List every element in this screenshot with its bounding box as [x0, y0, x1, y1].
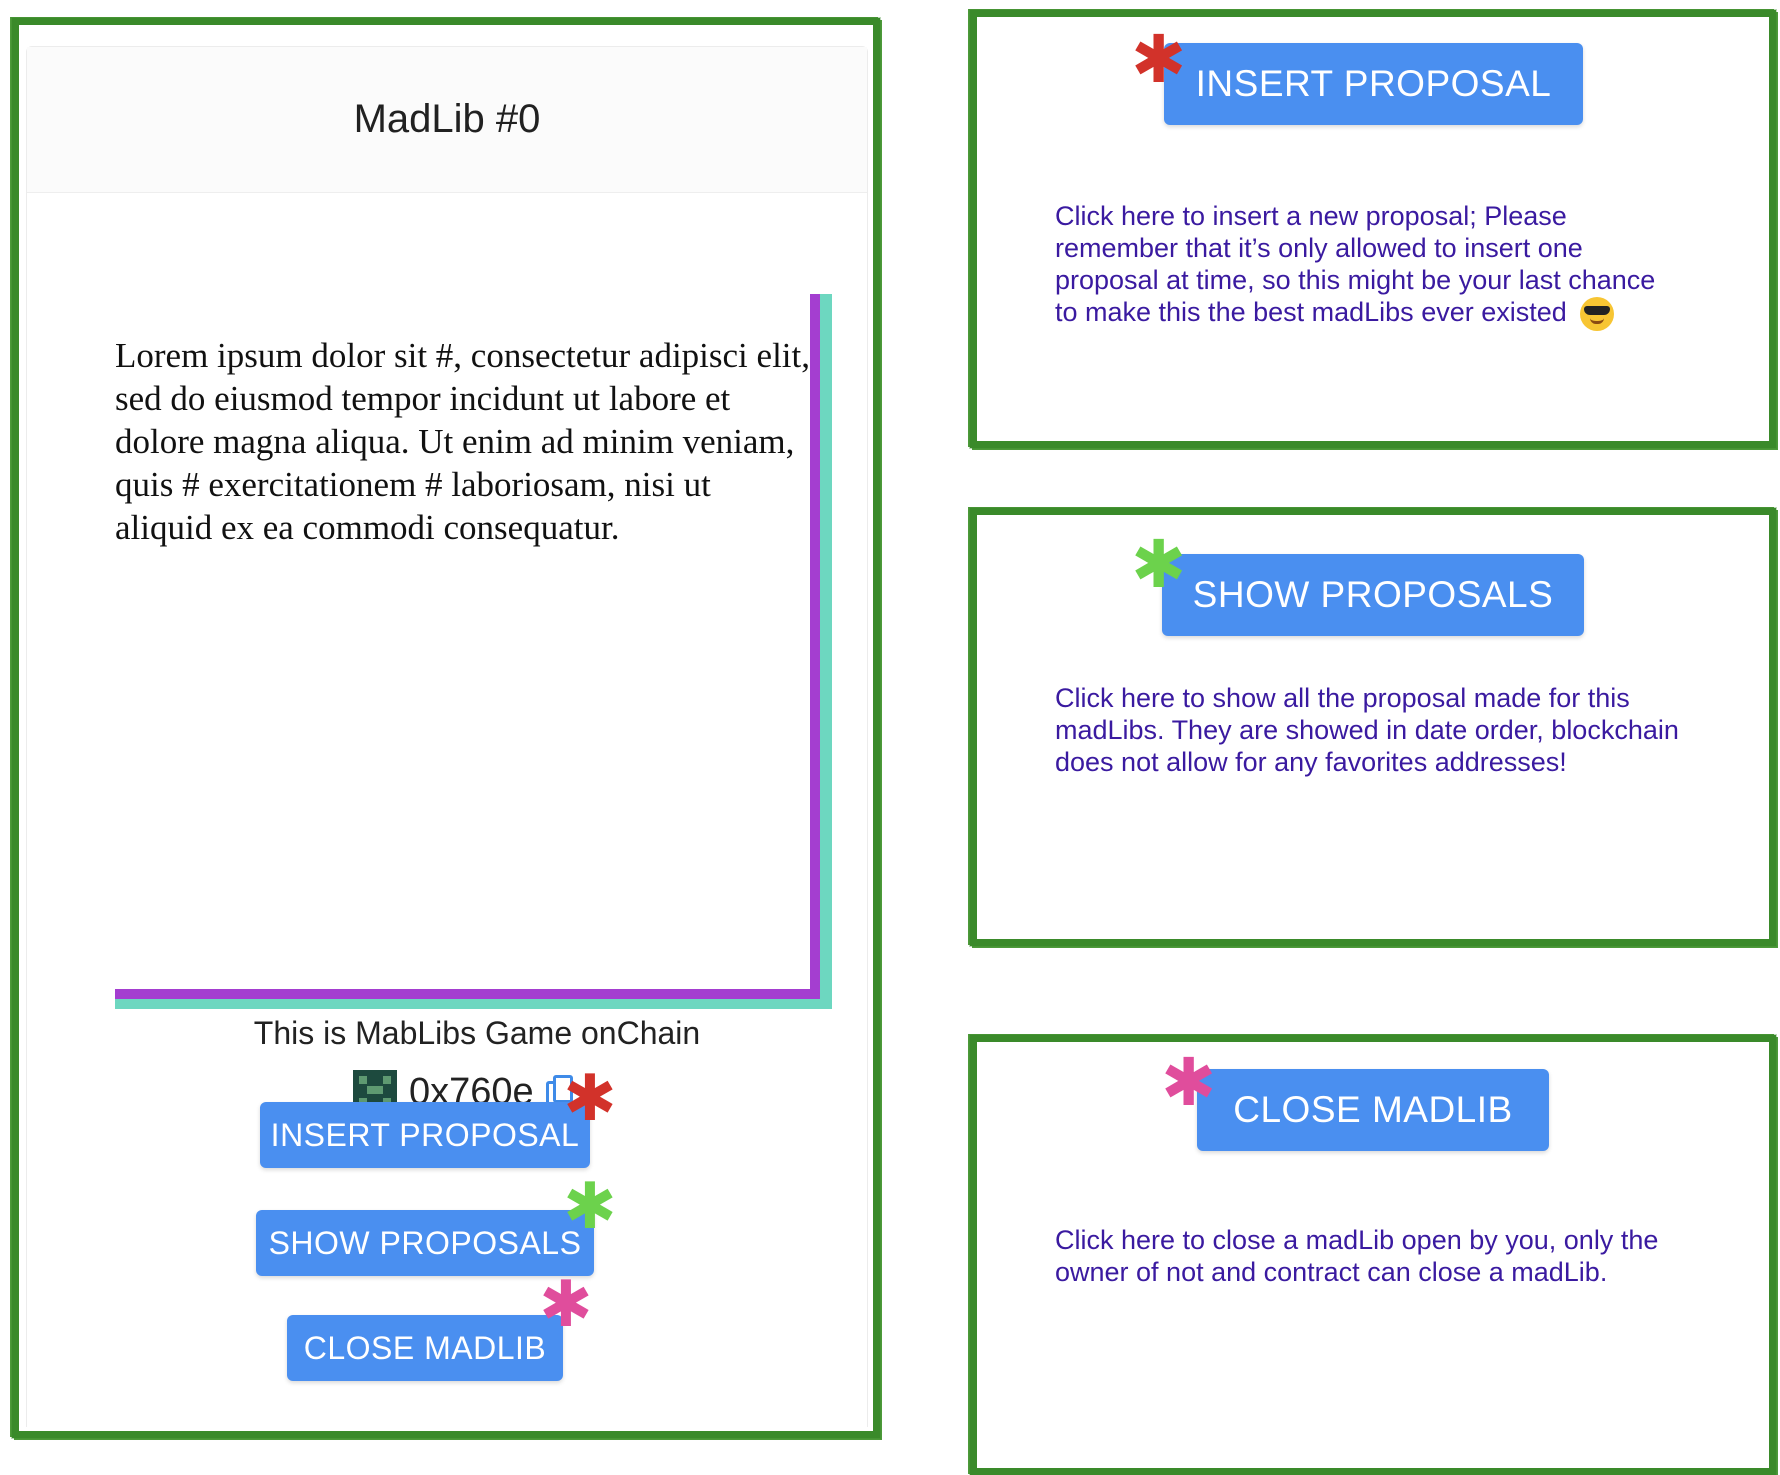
red-asterisk-icon: ✱ [563, 1062, 617, 1136]
help-close-madlib-button[interactable]: CLOSE MADLIB [1197, 1069, 1549, 1151]
green-asterisk-icon: ✱ [1131, 526, 1187, 603]
help-insert-text: Click here to insert a new proposal; Ple… [1055, 200, 1665, 331]
green-asterisk-icon: ✱ [563, 1170, 617, 1244]
help-frame-insert: INSERT PROPOSAL ✱ Click here to insert a… [970, 10, 1776, 448]
pink-asterisk-icon: ✱ [1161, 1044, 1217, 1121]
insert-proposal-button[interactable]: INSERT PROPOSAL [260, 1102, 590, 1168]
red-asterisk-icon: ✱ [1131, 21, 1187, 98]
help-insert-proposal-button[interactable]: INSERT PROPOSAL [1164, 43, 1583, 125]
help-frame-close: CLOSE MADLIB ✱ Click here to close a mad… [970, 1035, 1776, 1475]
help-close-description: Click here to close a madLib open by you… [1055, 1225, 1659, 1287]
page-title: MadLib #0 [353, 97, 541, 141]
help-show-description: Click here to show all the proposal made… [1055, 683, 1679, 777]
show-proposals-button[interactable]: SHOW PROPOSALS [256, 1210, 594, 1276]
game-caption: This is MabLibs Game onChain [253, 1015, 701, 1051]
madlib-page: Lorem ipsum dolor sit #, consectetur adi… [115, 294, 820, 999]
pink-asterisk-icon: ✱ [539, 1268, 593, 1342]
sunglasses-emoji-icon [1580, 296, 1615, 331]
help-frame-show: SHOW PROPOSALS ✱ Click here to show all … [970, 508, 1776, 946]
madlib-text: Lorem ipsum dolor sit #, consectetur adi… [115, 336, 810, 547]
card-header: MadLib #0 [27, 47, 867, 193]
help-show-proposals-button[interactable]: SHOW PROPOSALS [1162, 554, 1584, 636]
close-madlib-button[interactable]: CLOSE MADLIB [287, 1315, 563, 1381]
madlib-card: MadLib #0 Lorem ipsum dolor sit #, conse… [26, 46, 868, 1427]
help-insert-description: Click here to insert a new proposal; Ple… [1055, 201, 1656, 327]
